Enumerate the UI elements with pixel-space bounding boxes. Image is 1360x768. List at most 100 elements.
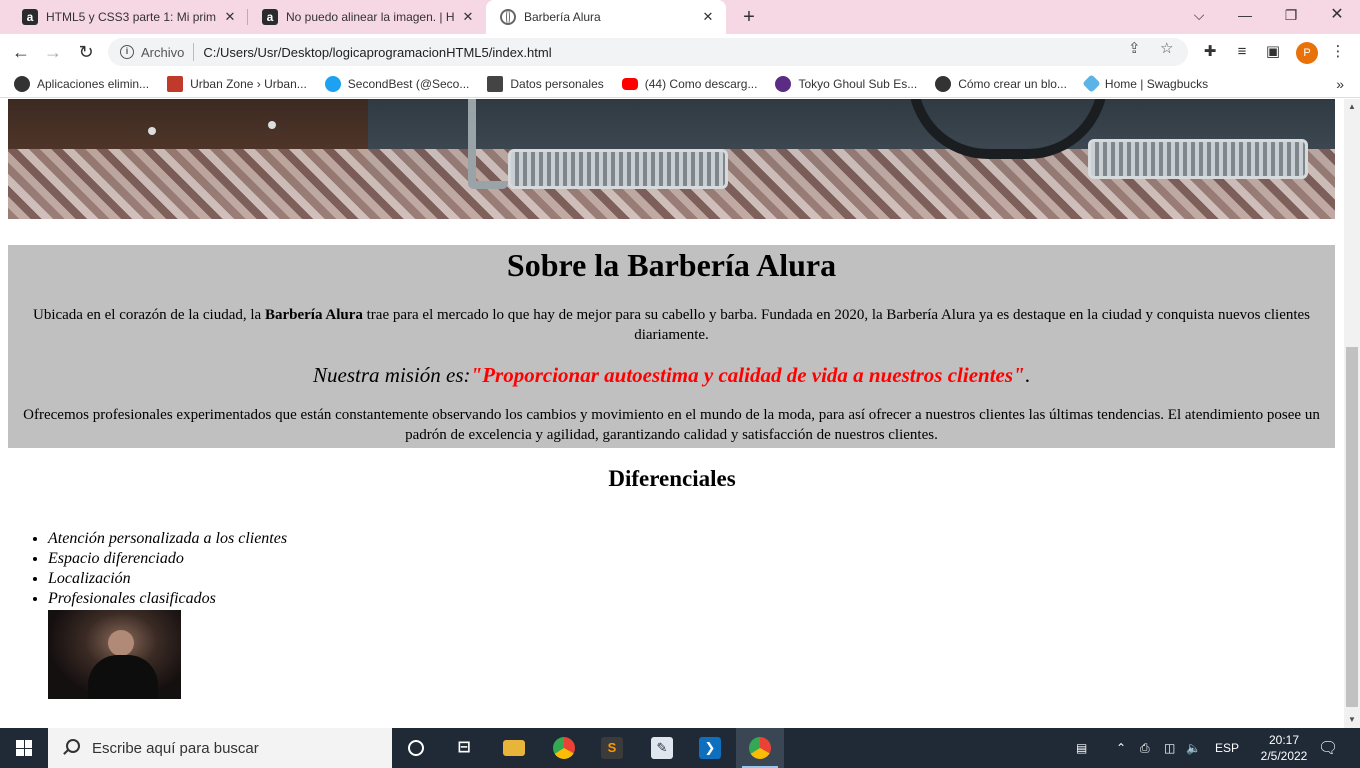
clock[interactable]: 20:17 2/5/2022 xyxy=(1254,732,1314,764)
globe-icon xyxy=(935,75,952,92)
differentials-list: Atención personalizada a los clientes Es… xyxy=(48,529,287,609)
about-heading: Sobre la Barbería Alura xyxy=(506,247,837,283)
globe-icon xyxy=(14,75,30,92)
about-brand-name: Barbería Alura xyxy=(264,307,363,323)
minimize-button[interactable]: — xyxy=(1222,0,1268,30)
close-icon[interactable]: ✕ xyxy=(700,9,716,25)
tab-no-puedo-alinear[interactable]: a No puedo alinear la imagen. | HT ✕ xyxy=(248,0,486,34)
scroll-up-arrow-icon[interactable]: ▲ xyxy=(1344,99,1360,115)
bookmark-label: SecondBest (@Seco... xyxy=(347,76,470,91)
file-explorer-button[interactable] xyxy=(490,728,538,768)
clock-time: 20:17 xyxy=(1268,733,1300,747)
cortana-button[interactable] xyxy=(392,728,440,768)
bookmark-label: Tokyo Ghoul Sub Es... xyxy=(798,76,918,91)
volume-icon[interactable]: 🔈 xyxy=(1186,728,1201,768)
reload-icon[interactable]: ↻ xyxy=(73,40,99,64)
windows-logo-icon xyxy=(16,740,32,756)
tab-search-chevron-icon[interactable]: ⌵ xyxy=(1176,0,1222,30)
back-arrow-icon[interactable]: ← xyxy=(8,40,34,64)
bookmark-datos-personales[interactable]: Datos personales xyxy=(487,75,604,92)
news-icon[interactable]: ▤ xyxy=(1076,728,1087,768)
language-indicator[interactable]: ESP xyxy=(1215,728,1239,768)
list-item: Atención personalizada a los clientes xyxy=(48,529,287,549)
ghoul-icon xyxy=(775,75,792,92)
globe-icon xyxy=(500,9,516,25)
bookmark-label: Home | Swagbucks xyxy=(1104,76,1209,91)
scrollbar-thumb[interactable] xyxy=(1346,347,1358,707)
windows-taskbar: Escribe aquí para buscar ⊟ S ✎ ❯ ▤ ⌃ ⎙ ◫… xyxy=(0,728,1360,768)
professionals-paragraph: Ofrecemos profesionales experimentados q… xyxy=(23,407,1320,443)
profile-avatar[interactable]: P xyxy=(1296,42,1318,64)
tab-title: HTML5 y CSS3 parte 1: Mi primer xyxy=(46,10,216,24)
bookmark-youtube[interactable]: (44) Como descarg... xyxy=(621,77,757,91)
new-tab-button[interactable]: + xyxy=(736,4,762,30)
address-scheme: Archivo xyxy=(141,44,185,60)
vertical-scrollbar[interactable]: ▲ ▼ xyxy=(1344,99,1360,728)
chevron-up-icon[interactable]: ⌃ xyxy=(1116,728,1126,768)
footrest-shape xyxy=(508,149,728,189)
bookmark-label: Aplicaciones elimin... xyxy=(37,76,150,91)
task-view-button[interactable]: ⊟ xyxy=(440,728,488,768)
chrome-icon xyxy=(749,737,771,759)
alura-favicon-icon: a xyxy=(262,9,278,25)
close-icon[interactable]: ✕ xyxy=(460,9,476,25)
restore-button[interactable]: ❐ xyxy=(1268,0,1314,30)
share-icon[interactable]: ⇪ xyxy=(1128,39,1141,57)
bookmark-swagbucks[interactable]: Home | Swagbucks xyxy=(1082,74,1209,93)
address-url[interactable]: C:/Users/Usr/Desktop/logicaprogramacionH… xyxy=(203,45,551,60)
info-icon[interactable]: i xyxy=(120,45,134,59)
urban-icon xyxy=(167,75,184,92)
bookmark-label: Cómo crear un blo... xyxy=(958,76,1067,91)
bookmark-label: Datos personales xyxy=(510,76,604,91)
differentials-heading: Diferenciales xyxy=(608,466,736,491)
meet-icon[interactable]: ◫ xyxy=(1164,728,1175,768)
taskbar-search-box[interactable]: Escribe aquí para buscar xyxy=(48,728,392,768)
vscode-icon: ❯ xyxy=(699,737,721,759)
chair-shape xyxy=(468,99,508,189)
mission-statement: Nuestra misión es:"Proporcionar autoesti… xyxy=(8,363,1335,387)
chrome-icon xyxy=(553,737,575,759)
bookmark-star-icon[interactable]: ☆ xyxy=(1160,39,1173,57)
tab-barberia-alura[interactable]: Barbería Alura ✕ xyxy=(486,0,726,34)
scroll-down-arrow-icon[interactable]: ▼ xyxy=(1344,712,1360,728)
bookmark-urban-zone[interactable]: Urban Zone › Urban... xyxy=(167,75,307,92)
list-item: Espacio diferenciado xyxy=(48,549,287,569)
close-icon[interactable]: ✕ xyxy=(222,9,238,25)
alura-favicon-icon: a xyxy=(22,9,38,25)
extensions-puzzle-icon[interactable]: ✚ xyxy=(1200,42,1220,62)
vscode-button[interactable]: ❯ xyxy=(686,728,734,768)
network-icon[interactable]: ⎙ xyxy=(1140,728,1150,768)
chrome-profile-button[interactable] xyxy=(736,728,784,768)
notification-icon[interactable]: 🗨 xyxy=(1318,728,1338,768)
app-button[interactable]: ✎ xyxy=(638,728,686,768)
barber-photo xyxy=(48,610,181,699)
sublime-icon: S xyxy=(601,737,623,759)
forward-arrow-icon[interactable]: → xyxy=(40,40,66,64)
about-section: Sobre la Barbería Alura Ubicada en el co… xyxy=(8,245,1335,448)
tab-strip: a HTML5 y CSS3 parte 1: Mi primer ✕ a No… xyxy=(0,0,1360,34)
window-close-button[interactable]: ✕ xyxy=(1314,0,1360,30)
menu-dots-icon[interactable]: ⋮ xyxy=(1328,42,1348,62)
footrest-shape xyxy=(1088,139,1308,179)
bookmark-crear-blog[interactable]: Cómo crear un blo... xyxy=(935,75,1067,92)
tab-html5-css3[interactable]: a HTML5 y CSS3 parte 1: Mi primer ✕ xyxy=(8,0,248,34)
bookmark-tokyo-ghoul[interactable]: Tokyo Ghoul Sub Es... xyxy=(775,75,918,92)
chrome-button[interactable] xyxy=(540,728,588,768)
side-panel-icon[interactable]: ▣ xyxy=(1263,42,1283,62)
barbershop-banner-image xyxy=(8,99,1335,219)
list-item: Profesionales clasificados xyxy=(48,589,287,609)
search-placeholder: Escribe aquí para buscar xyxy=(92,739,259,757)
list-item: Localización xyxy=(48,569,287,589)
epic-icon xyxy=(487,75,504,92)
bookmark-secondbest[interactable]: SecondBest (@Seco... xyxy=(324,75,470,92)
more-bookmarks-icon[interactable]: » xyxy=(1336,76,1344,92)
bookmark-label: Urban Zone › Urban... xyxy=(190,76,307,91)
browser-toolbar: ← → ↻ i Archivo C:/Users/Usr/Desktop/log… xyxy=(0,34,1360,70)
sublime-text-button[interactable]: S xyxy=(588,728,636,768)
bookmark-aplicaciones[interactable]: Aplicaciones elimin... xyxy=(14,75,150,92)
address-bar[interactable]: i Archivo C:/Users/Usr/Desktop/logicapro… xyxy=(108,38,1188,66)
mission-quote: "Proporcionar autoestima y calidad de vi… xyxy=(470,363,1025,387)
mission-end: . xyxy=(1024,363,1030,387)
reading-list-icon[interactable]: ≡ xyxy=(1232,42,1252,62)
start-button[interactable] xyxy=(0,728,48,768)
